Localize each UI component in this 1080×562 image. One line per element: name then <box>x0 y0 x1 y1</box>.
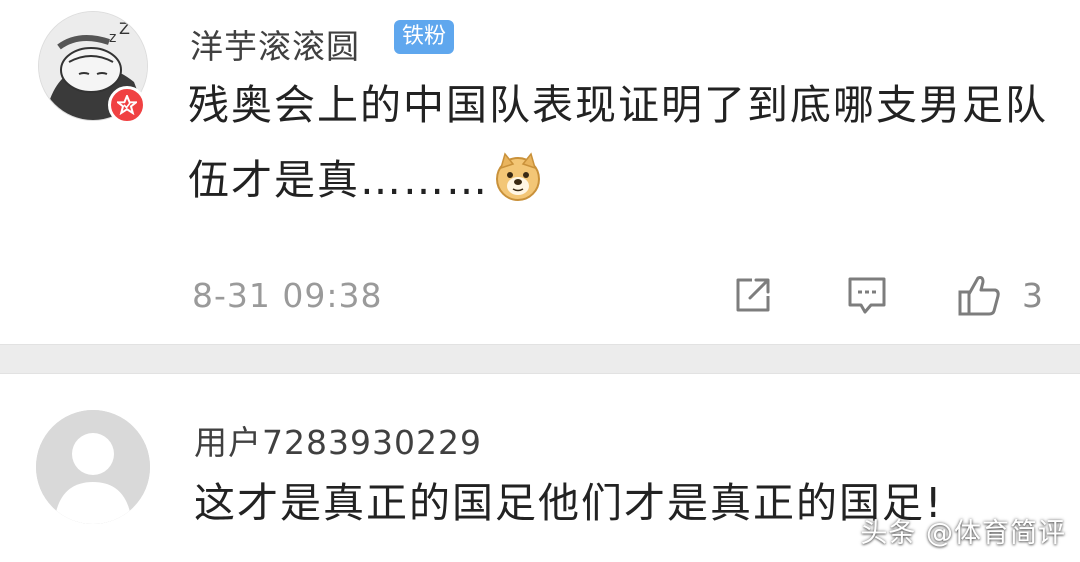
comment-item: z Z Z 洋芋滚滚圆 铁粉 残奥会上的中国队表现证明了到底哪支男足队伍才是真…… <box>0 0 1080 344</box>
share-button[interactable] <box>732 270 776 320</box>
share-icon <box>736 278 770 312</box>
watermark: 头条 @体育简评 <box>860 518 1066 549</box>
verified-badge-icon <box>108 86 146 124</box>
like-button[interactable]: 3 <box>956 270 1046 320</box>
thumbs-up-icon <box>958 276 1000 316</box>
svg-text:Z: Z <box>131 12 143 31</box>
svg-text:z: z <box>109 30 116 46</box>
section-divider <box>0 344 1080 374</box>
comment-username[interactable]: 洋芋滚滚圆 <box>190 20 360 68</box>
svg-text:Z: Z <box>119 19 130 38</box>
reply-button[interactable] <box>845 270 889 320</box>
default-avatar-icon <box>36 410 150 524</box>
doge-emoji <box>493 151 543 201</box>
comment-text: 残奥会上的中国队表现证明了到底哪支男足队伍才是真……… <box>188 81 1048 204</box>
comment-username[interactable]: 用户7283930229 <box>194 416 482 464</box>
like-count: 3 <box>1022 275 1043 315</box>
comment-time: 8-31 09:38 <box>192 276 383 315</box>
user-avatar[interactable] <box>36 410 150 524</box>
fan-level-badge: 铁粉 <box>394 20 455 54</box>
reply-icon <box>848 277 886 314</box>
